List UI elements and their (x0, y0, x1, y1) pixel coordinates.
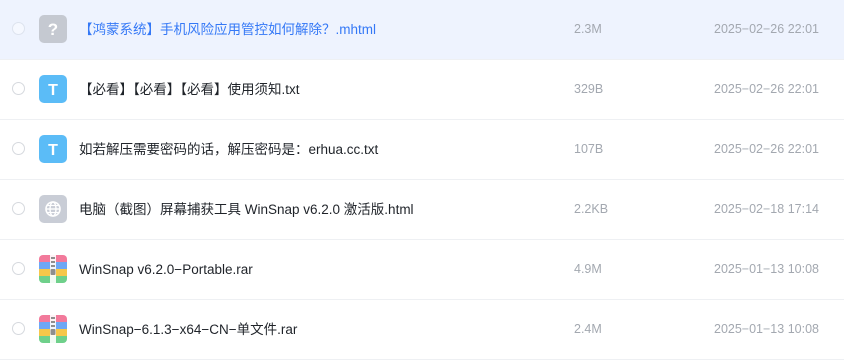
file-size: 329B (574, 82, 604, 96)
file-name[interactable]: 电脑（截图）屏幕捕获工具 WinSnap v6.2.0 激活版.html (79, 180, 414, 239)
file-date: 2025−01−13 10:08 (714, 262, 819, 276)
svg-text:T: T (48, 82, 58, 99)
file-name[interactable]: 如若解压需要密码的话，解压密码是：erhua.cc.txt (79, 120, 378, 179)
row-checkbox[interactable] (12, 82, 25, 95)
rar-file-icon (39, 315, 67, 343)
txt-file-icon: T (39, 75, 67, 103)
rar-file-icon (39, 255, 67, 283)
unknown-file-icon: ? (39, 15, 67, 43)
file-row[interactable]: ? 【鸿蒙系统】手机风险应用管控如何解除？.mhtml 2.3M 2025−02… (0, 0, 844, 60)
row-checkbox[interactable] (12, 22, 25, 35)
row-checkbox[interactable] (12, 322, 25, 335)
txt-file-icon: T (39, 135, 67, 163)
html-file-icon (39, 195, 67, 223)
file-size: 2.3M (574, 22, 602, 36)
file-name[interactable]: WinSnap v6.2.0−Portable.rar (79, 240, 253, 299)
row-checkbox[interactable] (12, 262, 25, 275)
file-name[interactable]: 【鸿蒙系统】手机风险应用管控如何解除？.mhtml (79, 0, 376, 59)
file-size: 4.9M (574, 262, 602, 276)
svg-text:T: T (48, 142, 58, 159)
file-row[interactable]: WinSnap v6.2.0−Portable.rar 4.9M 2025−01… (0, 240, 844, 300)
file-date: 2025−02−26 22:01 (714, 82, 819, 96)
row-checkbox[interactable] (12, 202, 25, 215)
file-date: 2025−01−13 10:08 (714, 322, 819, 336)
file-name[interactable]: 【必看】【必看】【必看】使用须知.txt (79, 60, 300, 119)
row-checkbox[interactable] (12, 142, 25, 155)
file-size: 2.4M (574, 322, 602, 336)
file-date: 2025−02−18 17:14 (714, 202, 819, 216)
file-date: 2025−02−26 22:01 (714, 142, 819, 156)
file-row[interactable]: WinSnap−6.1.3−x64−CN−单文件.rar 2.4M 2025−0… (0, 300, 844, 360)
file-row[interactable]: T 【必看】【必看】【必看】使用须知.txt 329B 2025−02−26 2… (0, 60, 844, 120)
file-name[interactable]: WinSnap−6.1.3−x64−CN−单文件.rar (79, 300, 297, 359)
file-size: 107B (574, 142, 604, 156)
file-row[interactable]: 电脑（截图）屏幕捕获工具 WinSnap v6.2.0 激活版.html 2.2… (0, 180, 844, 240)
file-row[interactable]: T 如若解压需要密码的话，解压密码是：erhua.cc.txt 107B 202… (0, 120, 844, 180)
file-list: ? 【鸿蒙系统】手机风险应用管控如何解除？.mhtml 2.3M 2025−02… (0, 0, 844, 360)
svg-text:?: ? (48, 20, 58, 39)
file-size: 2.2KB (574, 202, 609, 216)
file-date: 2025−02−26 22:01 (714, 22, 819, 36)
